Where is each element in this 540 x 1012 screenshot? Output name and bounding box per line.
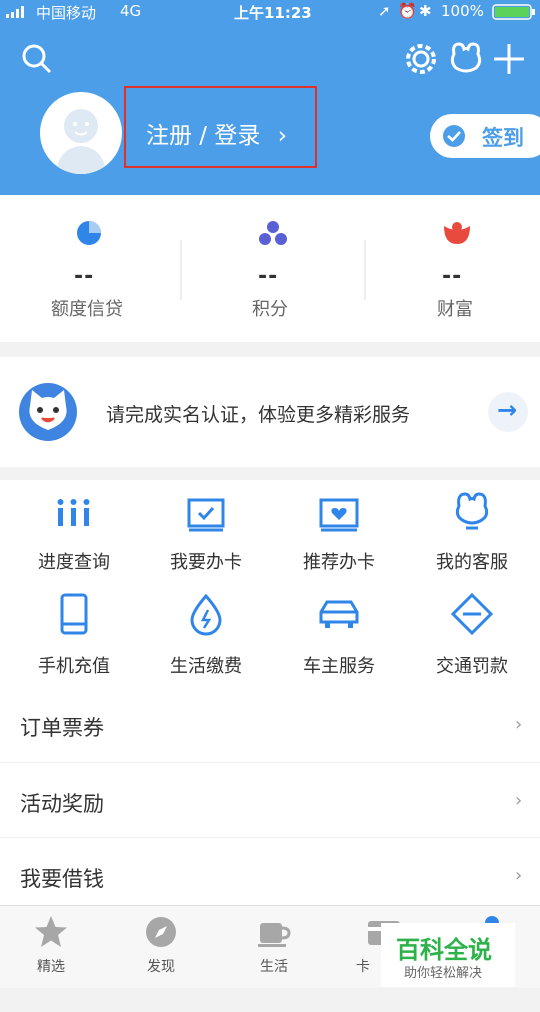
alarm-icon: ⏰ [398, 2, 417, 20]
card-recommend-icon [319, 498, 359, 532]
stat-wealth[interactable]: 财富 [437, 295, 473, 321]
chevron-right-icon: › [515, 714, 523, 735]
car-icon [319, 600, 359, 628]
clock: 上午11:23 [234, 4, 312, 22]
card-apply-icon [187, 498, 225, 532]
verification-text: 请完成实名认证，体验更多精彩服务 [106, 404, 411, 426]
carrier-name: 中国移动 [36, 4, 97, 22]
bluetooth-icon: ✱ [419, 2, 432, 20]
chevron-right-icon: › [277, 123, 287, 149]
battery-level: 100% [441, 2, 484, 20]
wealth-value: -- [442, 264, 463, 289]
cup-icon [258, 923, 291, 947]
grid-progress-query[interactable]: 进度查询 [4, 548, 144, 574]
chevron-right-icon: › [515, 865, 523, 886]
divider [364, 240, 366, 300]
check-circle-icon [443, 125, 465, 147]
battery-icon [492, 4, 535, 20]
signal-icon [6, 6, 24, 18]
grid-apply-card[interactable]: 我要办卡 [136, 548, 276, 574]
points-value: -- [258, 264, 279, 289]
wealth-icon [444, 222, 470, 244]
progress-icon [57, 499, 90, 526]
login-register-link[interactable]: 注册 / 登录 › [146, 116, 287, 150]
points-icon [259, 221, 287, 245]
credit-pie-icon [77, 221, 101, 245]
divider [180, 240, 182, 300]
customer-service-icon[interactable] [446, 38, 486, 78]
tab-card[interactable]: 卡 [356, 956, 370, 976]
stat-credit[interactable]: 额度信贷 [51, 295, 123, 321]
grid-car-service[interactable]: 车主服务 [269, 652, 409, 678]
traffic-icon [450, 592, 494, 636]
credit-value: -- [74, 264, 95, 289]
list-label-orders: 订单票券 [20, 716, 104, 740]
tab-discover[interactable]: 发现 [131, 956, 191, 976]
network-type: 4G [120, 2, 142, 20]
chevron-right-icon: › [515, 790, 523, 811]
utility-icon [190, 593, 222, 636]
settings-icon[interactable] [402, 40, 440, 78]
status-bar: 中国移动 4G 上午11:23 ➚ ⏰ ✱ 100% [0, 0, 540, 24]
phone-icon [60, 593, 88, 635]
mascot-cat-icon [19, 383, 77, 441]
grid-customer-service[interactable]: 我的客服 [402, 548, 540, 574]
service-icon [455, 492, 489, 530]
arrow-right-icon: → [497, 396, 518, 424]
tab-featured[interactable]: 精选 [21, 956, 81, 976]
tab-life[interactable]: 生活 [244, 956, 304, 976]
avatar[interactable] [40, 92, 122, 174]
watermark-title: 百科全说 [396, 936, 492, 964]
grid-phone-topup[interactable]: 手机充值 [4, 652, 144, 678]
search-icon[interactable] [20, 42, 54, 76]
checkin-label: 签到 [482, 126, 524, 150]
compass-icon [146, 917, 176, 947]
login-label: 注册 / 登录 [146, 123, 261, 149]
stat-points[interactable]: 积分 [252, 295, 288, 321]
star-icon [35, 916, 67, 947]
add-icon[interactable] [492, 42, 526, 76]
list-label-borrow: 我要借钱 [20, 867, 104, 891]
list-label-rewards: 活动奖励 [20, 792, 104, 816]
grid-recommend-card[interactable]: 推荐办卡 [269, 548, 409, 574]
grid-utility-payment[interactable]: 生活缴费 [136, 652, 276, 678]
grid-traffic-fine[interactable]: 交通罚款 [402, 652, 540, 678]
watermark-subtitle: 助你轻松解决 [404, 966, 483, 981]
location-icon: ➚ [378, 2, 391, 20]
default-avatar-icon [56, 109, 106, 174]
